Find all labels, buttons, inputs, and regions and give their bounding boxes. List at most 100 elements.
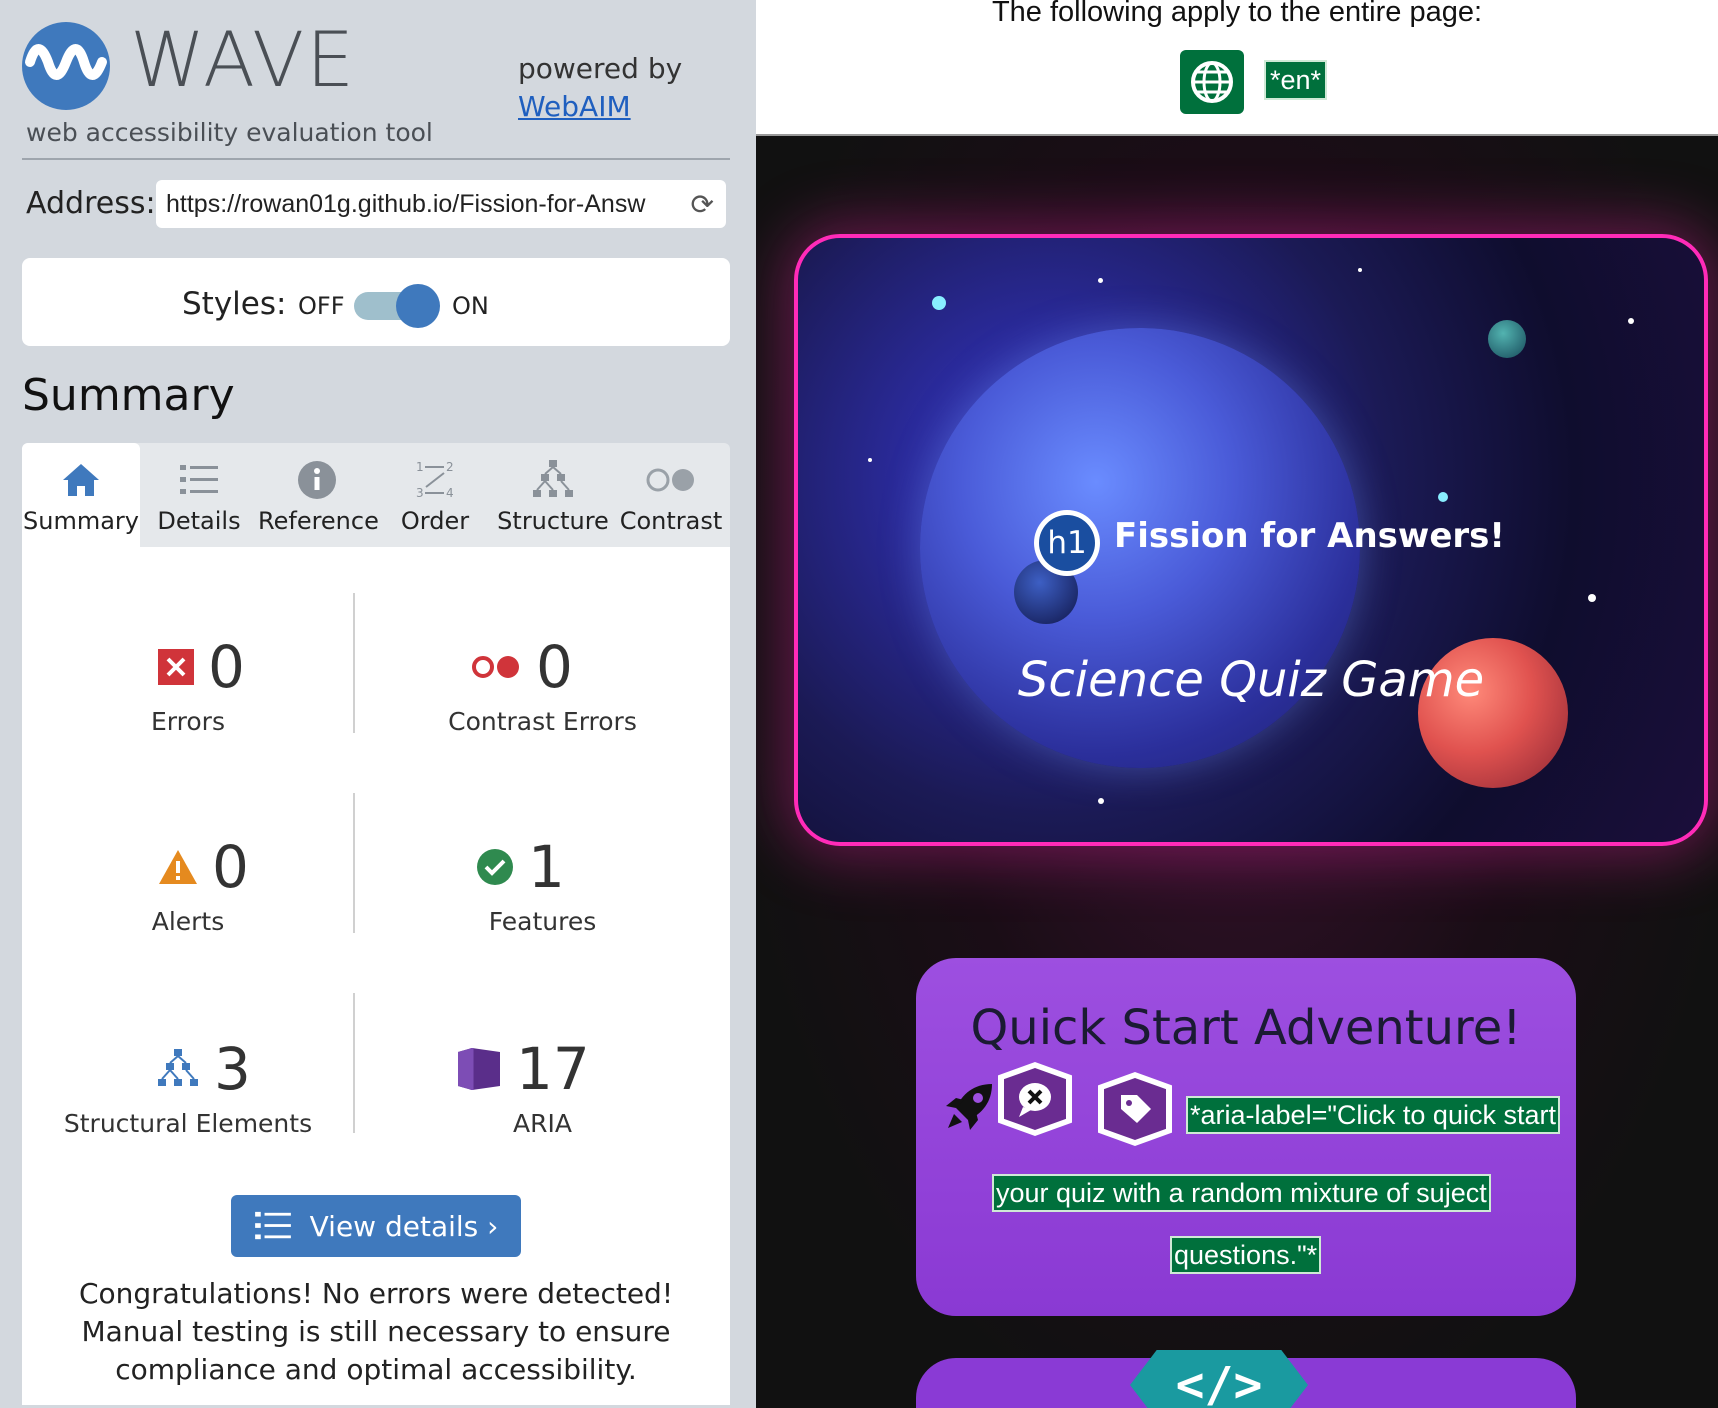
tab-contrast[interactable]: Contrast xyxy=(612,443,730,547)
errors-label-wrap: Errors xyxy=(22,707,354,736)
hero-subtitle: Science Quiz Game xyxy=(1017,652,1485,708)
list-icon xyxy=(254,1211,291,1240)
structure-icon xyxy=(494,457,612,503)
teal-planet-image xyxy=(1488,320,1526,358)
star xyxy=(868,458,872,462)
quick-start-card[interactable]: Quick Start Adventure! *aria-label="Clic… xyxy=(916,958,1576,1316)
feature-check-icon xyxy=(477,849,513,885)
tab-details-label: Details xyxy=(157,507,241,535)
aria-icon xyxy=(458,1048,500,1090)
address-label: Address: xyxy=(26,186,156,221)
address-field[interactable]: https://rowan01g.github.io/Fission-for-A… xyxy=(156,180,726,228)
tab-structure-label: Structure xyxy=(497,507,609,535)
errors-count: 0 xyxy=(208,633,245,701)
h1-icon[interactable]: h1 xyxy=(1034,510,1100,576)
tab-reference[interactable]: Reference xyxy=(258,443,379,547)
structural-stat[interactable]: 3 xyxy=(156,1035,251,1103)
evaluated-page: The following apply to the entire page: … xyxy=(756,0,1718,1408)
tab-contrast-label: Contrast xyxy=(619,507,723,535)
features-stat[interactable]: 1 xyxy=(476,833,565,901)
star xyxy=(1358,268,1362,272)
reload-icon[interactable]: ⟳ xyxy=(691,188,714,221)
structural-count: 3 xyxy=(214,1035,251,1103)
summary-panel: 0 Errors 0 Contrast Errors 0 Alerts 1 Fe… xyxy=(22,547,730,1405)
language-globe-icon[interactable] xyxy=(1180,50,1244,114)
hero-title: Fission for Answers! xyxy=(1114,516,1505,556)
tab-reference-label: Reference xyxy=(258,507,379,535)
star xyxy=(1588,594,1596,602)
wave-tabs: Summary Details Reference 1 2 3 4 Order Str… xyxy=(22,443,730,547)
star xyxy=(1098,798,1104,804)
address-input[interactable]: https://rowan01g.github.io/Fission-for-A… xyxy=(166,190,676,219)
styles-label: Styles: xyxy=(182,286,287,322)
star xyxy=(1098,278,1103,283)
info-icon xyxy=(258,457,376,503)
structure-icon xyxy=(158,1049,198,1086)
aria-description-icon[interactable] xyxy=(998,1062,1072,1136)
tab-order-label: Order xyxy=(400,507,470,535)
styles-on-label: ON xyxy=(452,292,489,320)
contrast-errors-label-wrap: Contrast Errors xyxy=(355,707,730,736)
aria-label-wrap: ARIA xyxy=(355,1109,730,1138)
contrast-icon xyxy=(612,457,730,503)
star xyxy=(932,296,946,310)
powered-by: powered by WebAIM xyxy=(518,50,682,126)
styles-toggle-card: Styles: OFF ON xyxy=(22,258,730,346)
svg-text:2: 2 xyxy=(446,460,454,474)
aria-label: ARIA xyxy=(513,1109,572,1138)
order-icon: 1 2 3 4 xyxy=(376,457,494,503)
alerts-stat[interactable]: 0 xyxy=(158,833,249,901)
divider xyxy=(22,158,730,160)
webaim-link[interactable]: WebAIM xyxy=(518,90,631,123)
code-icon: </> xyxy=(1130,1350,1308,1408)
tab-details[interactable]: Details xyxy=(140,443,258,547)
tab-structure[interactable]: Structure xyxy=(494,443,612,547)
alerts-count: 0 xyxy=(212,833,249,901)
quick-start-title: Quick Start Adventure! xyxy=(970,1000,1522,1056)
features-label-wrap: Features xyxy=(355,907,730,936)
aria-label-icon[interactable] xyxy=(1098,1072,1172,1146)
wave-logo-text: WAVE xyxy=(130,15,357,104)
error-icon xyxy=(158,649,194,685)
features-label: Features xyxy=(488,907,597,936)
wave-subtitle: web accessibility evaluation tool xyxy=(26,118,433,147)
alerts-label: Alerts xyxy=(151,907,225,936)
svg-text:3: 3 xyxy=(416,486,424,500)
tab-summary[interactable]: Summary xyxy=(22,443,140,547)
congrats-message: Congratulations! No errors were detected… xyxy=(78,1277,674,1386)
view-details-button[interactable]: View details › xyxy=(231,1195,521,1257)
wave-logo-icon xyxy=(22,22,110,110)
contrast-error-icon xyxy=(472,656,519,678)
view-details-label: View details › xyxy=(309,1209,499,1243)
errors-stat[interactable]: 0 xyxy=(158,633,245,701)
star xyxy=(1628,318,1634,324)
rocket-icon xyxy=(944,1080,996,1143)
aria-label-text: your quiz with a random mixture of sujec… xyxy=(992,1174,1491,1212)
structural-label: Structural Elements xyxy=(63,1109,313,1138)
summary-heading: Summary xyxy=(22,370,235,421)
aria-count: 17 xyxy=(516,1035,590,1103)
structural-label-wrap: Structural Elements xyxy=(22,1109,354,1138)
contrast-errors-stat[interactable]: 0 xyxy=(470,633,573,701)
contrast-errors-label: Contrast Errors xyxy=(448,707,637,736)
features-count: 1 xyxy=(528,833,565,901)
page-level-heading: The following apply to the entire page: xyxy=(991,0,1483,28)
aria-label-text: questions."* xyxy=(1170,1236,1322,1274)
aria-stat[interactable]: 17 xyxy=(454,1035,590,1103)
styles-off-label: OFF xyxy=(298,292,345,320)
alerts-label-wrap: Alerts xyxy=(22,907,354,936)
tab-order[interactable]: 1 2 3 4 Order xyxy=(376,443,494,547)
home-icon xyxy=(22,457,140,503)
list-icon xyxy=(140,457,258,503)
powered-by-label: powered by xyxy=(518,52,683,85)
tab-summary-label: Summary xyxy=(23,507,139,535)
wave-sidebar: WAVE web accessibility evaluation tool p… xyxy=(0,0,756,1408)
errors-label: Errors xyxy=(151,707,225,736)
alert-icon xyxy=(159,850,197,884)
aria-label-text: *aria-label="Click to quick start xyxy=(1186,1096,1560,1134)
page-level-icons: The following apply to the entire page: … xyxy=(756,0,1718,136)
contrast-errors-count: 0 xyxy=(536,633,573,701)
svg-text:4: 4 xyxy=(446,486,454,500)
svg-text:1: 1 xyxy=(416,460,424,474)
styles-toggle-knob[interactable] xyxy=(396,284,440,328)
